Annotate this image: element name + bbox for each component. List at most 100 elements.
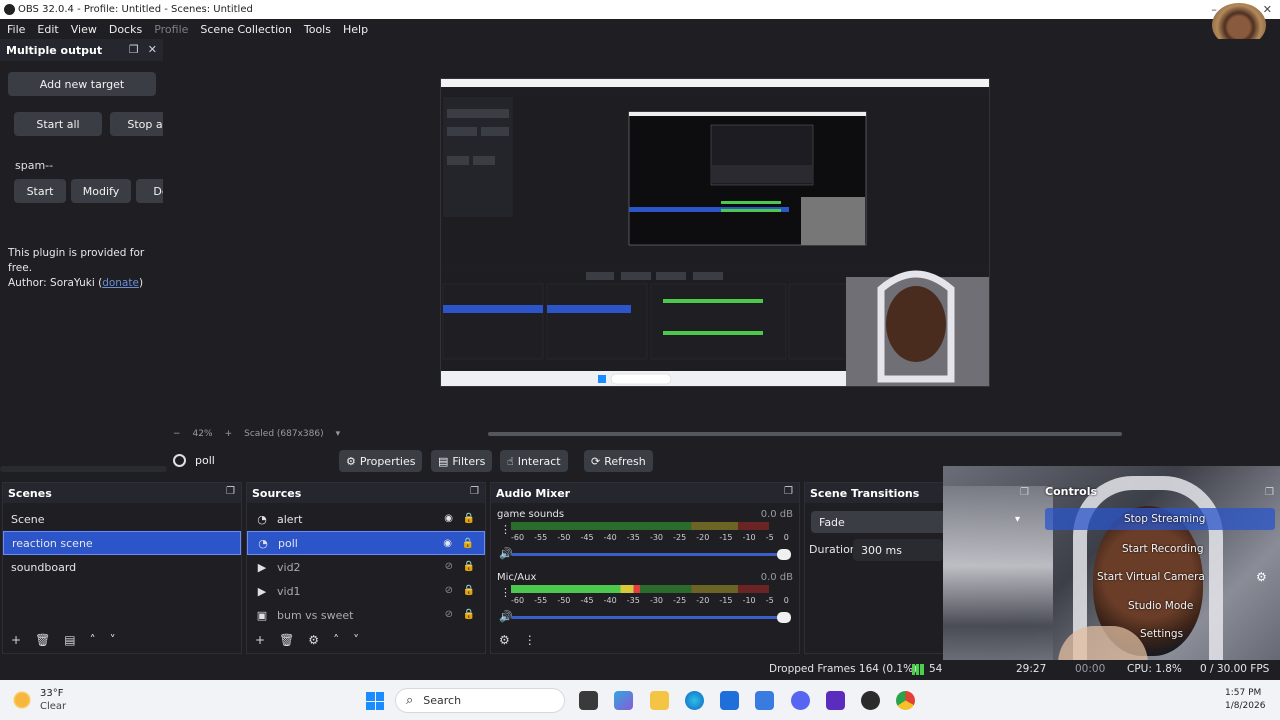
settings-button[interactable]: Settings [1140,628,1183,640]
float-dock-icon[interactable]: ❐ [226,486,235,497]
menu-profile[interactable]: Profile [149,23,193,36]
trash-icon[interactable]: 🗑 [279,633,294,647]
donate-link[interactable]: donate [102,277,139,289]
float-dock-icon[interactable]: ❐ [470,486,479,497]
filter-icon[interactable]: ▤ [64,633,75,647]
filters-button[interactable]: ▤ Filters [431,450,493,472]
scene-item[interactable]: Scene [3,507,241,531]
properties-button[interactable]: ⚙ Properties [339,450,423,472]
scene-item-selected[interactable]: reaction scene [3,531,241,555]
eye-hidden-icon[interactable]: ⊘ [445,585,453,596]
target-start-button[interactable]: Start [14,179,66,203]
eye-hidden-icon[interactable]: ⊘ [445,609,453,620]
menu-edit[interactable]: Edit [32,23,63,36]
weather-condition[interactable]: Clear [40,701,66,712]
obs-app-icon[interactable] [861,691,880,710]
interact-button[interactable]: ☝ Interact [500,450,568,472]
source-item[interactable]: ▶ vid1 ⊘ 🔒 [247,579,485,603]
discord-app-icon[interactable] [791,691,810,710]
start-all-button[interactable]: Start all [14,112,102,136]
start-virtual-camera-button[interactable]: Start Virtual Camera [1097,571,1205,583]
affinity-app-icon[interactable] [826,691,845,710]
menu-help[interactable]: Help [338,23,373,36]
menu-file[interactable]: File [2,23,30,36]
channel-menu-icon[interactable]: ⋮ [500,586,511,599]
target-delete-button[interactable]: De [136,179,163,203]
channel-menu-icon[interactable]: ⋮ [500,523,511,536]
eye-icon[interactable]: ◉ [443,538,452,549]
start-button[interactable] [366,692,384,710]
preview-area[interactable] [163,39,1280,426]
trash-icon[interactable]: 🗑 [35,633,50,647]
scale-mode[interactable]: Scaled (687x386) [244,429,324,439]
zoom-out-button[interactable]: − [173,429,181,439]
preview-horizontal-scrollbar[interactable] [488,432,1122,436]
menu-tools[interactable]: Tools [299,23,336,36]
scene-item[interactable]: soundboard [3,555,241,579]
refresh-button[interactable]: ⟳ Refresh [584,450,653,472]
float-dock-icon[interactable]: ❐ [129,43,139,56]
volume-slider[interactable] [511,612,791,623]
clock-date[interactable]: 1/8/2026 [1225,701,1265,711]
close-button[interactable]: ✕ [1263,3,1272,16]
mail-app-icon[interactable] [755,691,774,710]
taskbar-search[interactable]: ⌕ Search [395,688,565,713]
store-app-icon[interactable] [720,691,739,710]
dock-splitter[interactable] [0,466,167,472]
add-icon[interactable]: + [255,633,265,647]
lock-icon[interactable]: 🔒 [462,538,474,549]
volume-knob[interactable] [777,549,791,560]
terminal-app-icon[interactable] [579,691,598,710]
add-icon[interactable]: + [11,633,21,647]
lock-icon[interactable]: 🔒 [463,561,475,572]
source-item-selected[interactable]: ◔ poll ◉ 🔒 [247,531,485,555]
eye-hidden-icon[interactable]: ⊘ [445,561,453,572]
play-icon: ▶ [257,560,267,574]
menu-docks[interactable]: Docks [104,23,147,36]
chevron-down-icon[interactable]: ▾ [1015,514,1020,525]
mixer-menu-icon[interactable]: ⋮ [524,633,536,647]
eye-icon[interactable]: ◉ [444,513,453,524]
float-dock-icon[interactable]: ❐ [1020,487,1029,498]
close-dock-icon[interactable]: ✕ [148,43,157,56]
zoom-level: 42% [192,429,213,439]
weather-icon[interactable] [12,690,32,710]
zoom-in-button[interactable]: + [225,429,233,439]
tick-label: -60 [511,596,525,605]
mixer-settings-icon[interactable]: ⚙ [499,633,510,647]
duration-input[interactable]: 300 ms [853,539,943,561]
preview-canvas[interactable] [440,78,990,387]
move-up-icon[interactable]: ˄ [333,633,339,647]
studio-mode-button[interactable]: Studio Mode [1128,600,1193,612]
add-new-target-button[interactable]: Add new target [8,72,156,96]
volume-slider[interactable] [511,549,791,560]
virtual-camera-settings-icon[interactable]: ⚙ [1256,570,1267,584]
weather-temperature[interactable]: 33°F [40,688,63,699]
tick-label: -5 [765,596,774,605]
menu-view[interactable]: View [66,23,102,36]
edge-browser-icon[interactable] [685,691,704,710]
copilot-app-icon[interactable] [614,691,633,710]
target-modify-button[interactable]: Modify [71,179,131,203]
move-down-icon[interactable]: ˅ [110,633,116,647]
lock-icon[interactable]: 🔒 [463,609,475,620]
float-dock-icon[interactable]: ❐ [1265,487,1274,498]
start-recording-button[interactable]: Start Recording [1122,543,1204,555]
gear-icon[interactable]: ⚙ [308,633,319,647]
source-item[interactable]: ▣ bum vs sweet ⊘ 🔒 [247,603,485,627]
move-up-icon[interactable]: ˄ [90,633,96,647]
lock-icon[interactable]: 🔒 [463,513,475,524]
chrome-app-icon[interactable] [896,691,915,710]
float-dock-icon[interactable]: ❐ [784,486,793,497]
menu-scene-collection[interactable]: Scene Collection [195,23,296,36]
file-explorer-icon[interactable] [650,691,669,710]
clock-time[interactable]: 1:57 PM [1225,688,1261,698]
move-down-icon[interactable]: ˅ [353,633,359,647]
chevron-down-icon[interactable]: ▾ [336,429,341,439]
lock-icon[interactable]: 🔒 [463,585,475,596]
source-item[interactable]: ▶ vid2 ⊘ 🔒 [247,555,485,579]
transition-select[interactable]: Fade [811,511,944,533]
source-item[interactable]: ◔ alert ◉ 🔒 [247,507,485,531]
stop-all-button[interactable]: Stop a [110,112,163,136]
volume-knob[interactable] [777,612,791,623]
